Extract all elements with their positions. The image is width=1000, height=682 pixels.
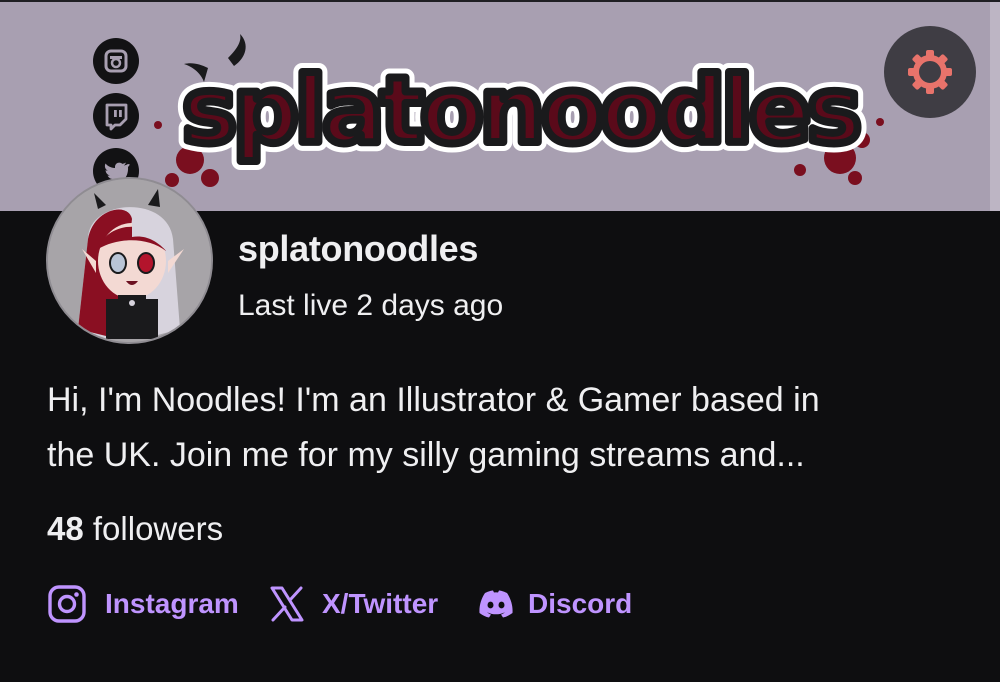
follower-count-label: followers <box>92 510 224 547</box>
svg-text:splatonoodles: splatonoodles <box>182 57 858 164</box>
follower-count: 48 followers <box>47 510 223 548</box>
settings-button[interactable] <box>884 26 976 118</box>
follower-count-number: 48 <box>47 510 84 547</box>
bio-line: the UK. Join me for my silly gaming stre… <box>47 436 805 474</box>
last-live-status: Last live 2 days ago <box>238 289 504 322</box>
instagram-icon <box>48 585 86 623</box>
x-icon <box>270 586 304 622</box>
instagram-link[interactable]: Instagram <box>47 582 247 626</box>
channel-about-panel: splatonoodles splatonoodles splatonoodle… <box>0 0 1000 682</box>
banner-instagram-icon <box>93 38 139 84</box>
discord-icon <box>479 590 513 618</box>
x-twitter-link-label: X/Twitter <box>322 588 439 619</box>
channel-logo: splatonoodles splatonoodles <box>154 34 884 187</box>
x-twitter-link[interactable]: X/Twitter <box>269 582 455 626</box>
gear-icon <box>908 50 952 94</box>
bio-line: Hi, I'm Noodles! I'm an Illustrator & Ga… <box>47 381 820 419</box>
avatar-illustration <box>48 179 211 342</box>
channel-avatar[interactable] <box>46 177 213 344</box>
channel-name[interactable]: splatonoodles <box>238 228 478 270</box>
discord-link-label: Discord <box>528 588 633 619</box>
banner-social-icons <box>93 38 139 198</box>
discord-link[interactable]: Discord <box>476 582 646 626</box>
channel-bio: Hi, I'm Noodles! I'm an Illustrator & Ga… <box>47 373 967 483</box>
banner-edge <box>990 2 1000 211</box>
banner-twitch-icon <box>93 93 139 139</box>
instagram-link-label: Instagram <box>105 588 239 619</box>
